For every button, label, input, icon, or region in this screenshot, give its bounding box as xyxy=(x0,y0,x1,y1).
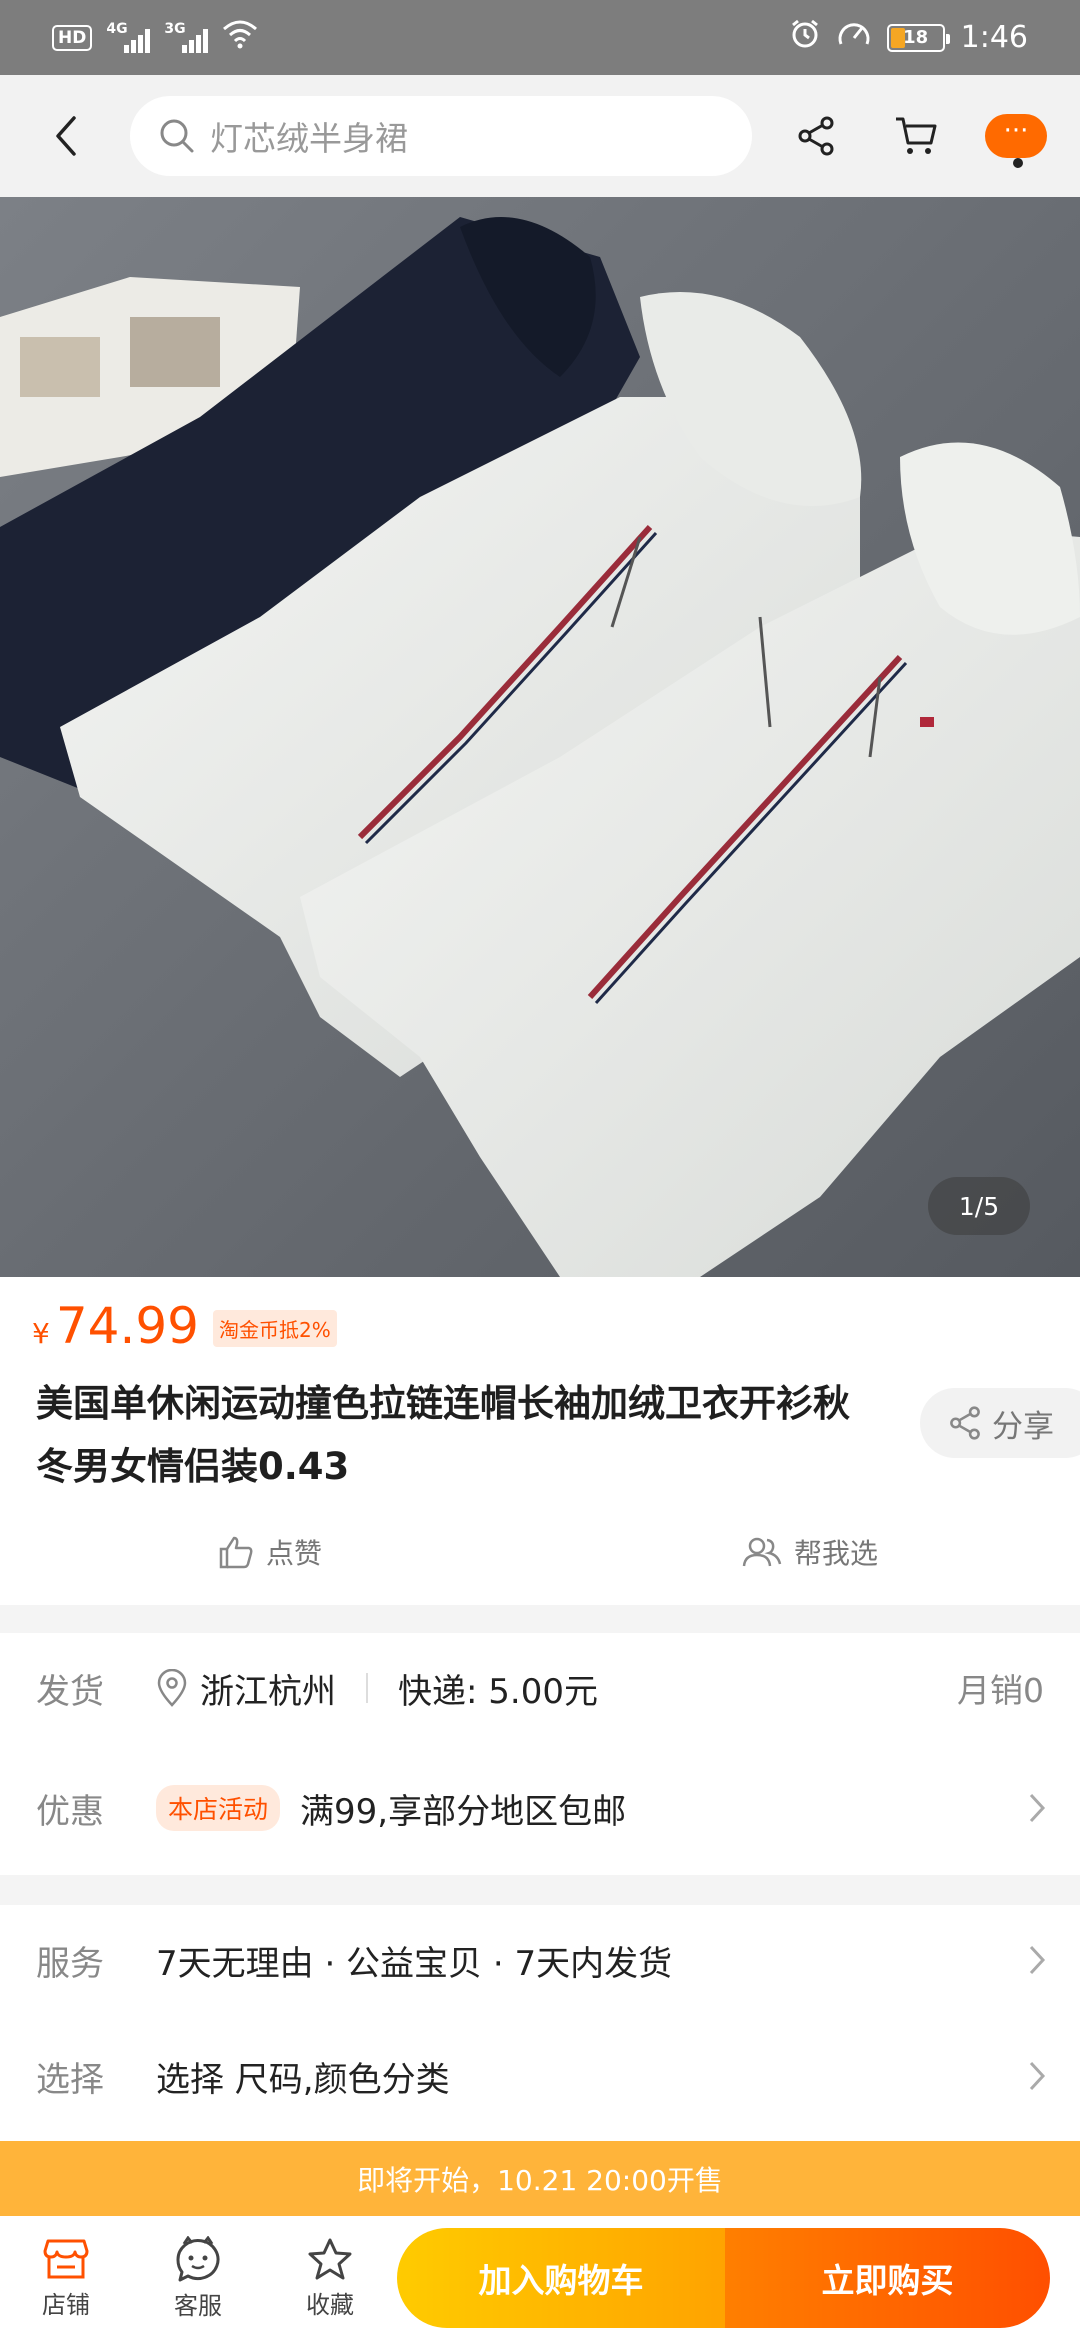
alarm-icon xyxy=(789,18,821,57)
promo-label: 优惠 xyxy=(36,1791,104,1832)
thumbs-up-icon xyxy=(219,1536,253,1569)
product-photo xyxy=(0,197,1080,1277)
share-icon xyxy=(798,116,834,156)
image-page-indicator: 1/5 xyxy=(928,1177,1030,1235)
price-currency: ¥ xyxy=(32,1317,50,1350)
chevron-right-icon xyxy=(1029,2061,1046,2091)
favorite-label: 收藏 xyxy=(306,2290,354,2319)
status-bar: HD 4G 3G 18 1:46 xyxy=(0,0,1080,75)
select-info: 选择 尺码,颜色分类 xyxy=(156,2052,450,2101)
help-choose-label: 帮我选 xyxy=(793,1537,878,1570)
buy-now-button[interactable]: 立即购买 xyxy=(725,2228,1050,2328)
shop-label: 店铺 xyxy=(42,2290,90,2319)
delivery-card: 发货 浙江杭州 快递: 5.00元 月销0 优惠 本店活动 满99,享部分地区包… xyxy=(0,1633,1080,1875)
search-input[interactable]: 灯芯绒半身裙 xyxy=(130,96,752,176)
chevron-right-icon xyxy=(1029,1945,1046,1975)
favorite-button[interactable]: 收藏 xyxy=(264,2216,396,2340)
service-info: 7天无理由 · 公益宝贝 · 7天内发货 xyxy=(156,1936,672,1985)
product-info: ¥ 74.99 淘金币抵2% 美国单休闲运动撞色拉链连帽长袖加绒卫衣开衫秋冬男女… xyxy=(0,1277,1080,1605)
battery-level: 18 xyxy=(903,27,929,48)
chevron-right-icon xyxy=(1029,1793,1046,1823)
network-type-label-secondary: 3G xyxy=(164,20,186,37)
signal-icon-secondary: 3G xyxy=(164,20,209,53)
customer-service-button[interactable]: 客服 xyxy=(132,2216,264,2340)
network-type-label: 4G xyxy=(106,20,128,37)
promo-text: 满99,享部分地区包邮 xyxy=(300,1791,627,1832)
shipping-fee: 快递: 5.00元 xyxy=(398,1671,598,1712)
location-pin-icon xyxy=(157,1669,187,1707)
more-menu-button[interactable]: ··· xyxy=(966,75,1066,197)
share-button[interactable] xyxy=(766,75,866,197)
bottom-bar: 店铺 客服 收藏 加入购物车 立即购买 xyxy=(0,2216,1080,2340)
more-icon: ··· xyxy=(985,114,1047,158)
action-row: 点赞 帮我选 xyxy=(0,1517,1080,1587)
clock: 1:46 xyxy=(960,20,1028,55)
product-image[interactable] xyxy=(0,197,1080,1277)
share-label: 分享 xyxy=(992,1408,1054,1445)
service-text: 7天无理由 · 公益宝贝 · 7天内发货 xyxy=(156,1943,673,1984)
monthly-sales: 月销0 xyxy=(957,1671,1044,1710)
add-to-cart-button[interactable]: 加入购物车 xyxy=(397,2228,725,2328)
like-button[interactable]: 点赞 xyxy=(0,1517,540,1587)
promo-row[interactable]: 优惠 本店活动 满99,享部分地区包邮 xyxy=(0,1753,1080,1863)
customer-service-label: 客服 xyxy=(174,2291,222,2320)
cart-icon xyxy=(896,117,937,154)
speedometer-icon xyxy=(837,18,871,57)
cart-button[interactable] xyxy=(866,75,966,197)
top-nav: 灯芯绒半身裙 ··· xyxy=(0,75,1080,197)
select-label: 选择 xyxy=(36,2059,104,2100)
shipping-info: 浙江杭州 快递: 5.00元 xyxy=(156,1664,598,1713)
like-label: 点赞 xyxy=(265,1537,322,1570)
search-placeholder: 灯芯绒半身裙 xyxy=(210,119,408,158)
presale-banner: 即将开始，10.21 20:00开售 xyxy=(0,2141,1080,2216)
product-title: 美国单休闲运动撞色拉链连帽长袖加绒卫衣开衫秋冬男女情侣装0.43 xyxy=(36,1382,850,1488)
coin-discount-badge: 淘金币抵2% xyxy=(212,1310,337,1347)
help-choose-button[interactable]: 帮我选 xyxy=(540,1517,1080,1587)
promo-info: 本店活动 满99,享部分地区包邮 xyxy=(156,1784,626,1833)
hd-indicator: HD xyxy=(52,24,93,51)
battery-icon: 18 xyxy=(886,23,950,52)
select-text: 选择 尺码,颜色分类 xyxy=(156,2059,450,2100)
price-row: ¥ 74.99 淘金币抵2% xyxy=(32,1297,337,1355)
ship-from-location: 浙江杭州 xyxy=(200,1671,336,1712)
price-value: 74.99 xyxy=(55,1297,199,1355)
star-icon xyxy=(308,2238,352,2279)
shop-button[interactable]: 店铺 xyxy=(0,2216,132,2340)
search-icon xyxy=(160,119,194,153)
wifi-icon xyxy=(222,19,258,56)
store-icon xyxy=(43,2239,89,2278)
service-row[interactable]: 服务 7天无理由 · 公益宝贝 · 7天内发货 xyxy=(0,1905,1080,2015)
divider xyxy=(366,1673,368,1703)
back-button[interactable] xyxy=(0,75,130,197)
share-icon xyxy=(950,1406,980,1440)
shipping-row: 发货 浙江杭州 快递: 5.00元 月销0 xyxy=(0,1633,1080,1743)
shipping-label: 发货 xyxy=(36,1671,104,1712)
notification-dot xyxy=(1013,158,1023,168)
chat-face-icon xyxy=(176,2235,220,2281)
share-pill-button[interactable]: 分享 xyxy=(920,1388,1080,1458)
signal-icon: 4G xyxy=(106,20,151,53)
chevron-left-icon xyxy=(56,116,76,156)
service-card: 服务 7天无理由 · 公益宝贝 · 7天内发货 选择 选择 尺码,颜色分类 xyxy=(0,1905,1080,2141)
store-promo-tag: 本店活动 xyxy=(156,1785,281,1831)
select-sku-row[interactable]: 选择 选择 尺码,颜色分类 xyxy=(0,2021,1080,2131)
service-label: 服务 xyxy=(36,1943,104,1984)
people-icon xyxy=(742,1537,782,1567)
